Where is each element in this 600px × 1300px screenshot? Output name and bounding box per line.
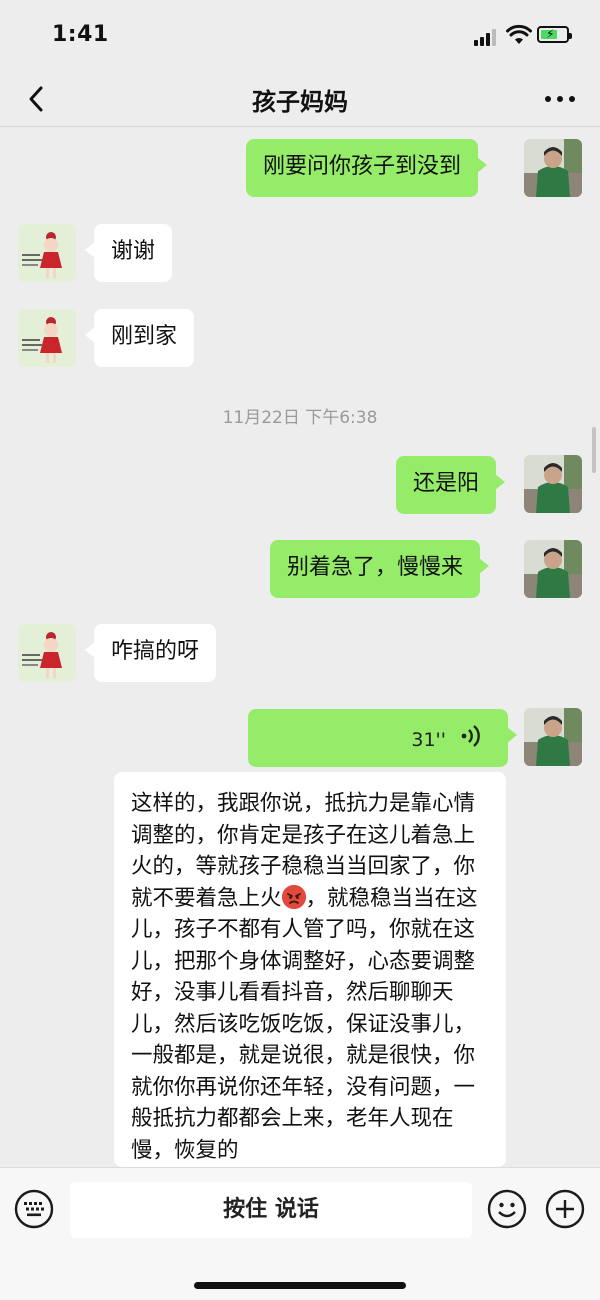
- chat-header: 孩子妈妈: [0, 72, 600, 127]
- home-indicator[interactable]: [194, 1282, 406, 1289]
- sent-message-bubble[interactable]: 刚要问你孩子到没到: [246, 139, 488, 197]
- received-message-bubble[interactable]: 刚到家: [84, 309, 195, 367]
- voice-message-bubble[interactable]: 31'': [248, 709, 517, 767]
- message-list[interactable]: 刚要问你孩子到没到 谢谢 刚到家 11月22日 下午6:38 还是阳 别着急了，…: [0, 127, 600, 1167]
- my-avatar[interactable]: [524, 708, 582, 766]
- voice-wave-icon: [461, 725, 480, 747]
- plus-icon[interactable]: [545, 1189, 585, 1229]
- voice-duration: 31'': [411, 729, 446, 751]
- my-avatar[interactable]: [524, 455, 582, 513]
- more-options-icon[interactable]: [540, 86, 580, 112]
- cellular-signal-icon: [474, 28, 500, 46]
- keyboard-toggle-icon[interactable]: [14, 1189, 54, 1229]
- my-avatar[interactable]: [524, 139, 582, 197]
- angry-face-emoji-icon: [281, 884, 306, 909]
- sent-message-bubble[interactable]: 别着急了，慢慢来: [270, 540, 490, 598]
- contact-avatar[interactable]: [18, 624, 76, 682]
- contact-avatar[interactable]: [18, 224, 76, 282]
- my-avatar[interactable]: [524, 540, 582, 598]
- scrollbar[interactable]: [592, 427, 596, 473]
- input-bar: 按住 说话: [0, 1167, 600, 1300]
- wifi-icon: [506, 24, 532, 44]
- emoji-icon[interactable]: [487, 1189, 527, 1229]
- sent-message-bubble[interactable]: 还是阳: [396, 456, 506, 514]
- status-bar: 1:41 ⚡: [0, 0, 600, 72]
- voice-transcript[interactable]: 这样的，我跟你说，抵抗力是靠心情调整的，你肯定是孩子在这儿着急上火的，等就孩子稳…: [114, 772, 506, 1167]
- message-text: 别着急了，慢慢来: [287, 555, 464, 580]
- message-text: 咋搞的呀: [111, 639, 200, 664]
- received-message-bubble[interactable]: 咋搞的呀: [84, 624, 217, 682]
- message-text: 谢谢: [111, 239, 156, 264]
- status-time: 1:41: [52, 22, 109, 47]
- chat-title: 孩子妈妈: [252, 88, 348, 116]
- message-timestamp: 11月22日 下午6:38: [222, 408, 378, 428]
- transcript-text: ，就稳稳当当在这儿，孩子不都有人管了吗，你就在这儿，把那个身体调整好，心态要调整…: [131, 885, 478, 1163]
- received-message-bubble[interactable]: 谢谢: [84, 224, 173, 282]
- contact-avatar[interactable]: [18, 309, 76, 367]
- message-text: 刚到家: [111, 324, 178, 349]
- message-text: 刚要问你孩子到没到: [263, 154, 462, 179]
- battery-charging-icon: ⚡: [537, 26, 572, 43]
- message-text: 还是阳: [413, 471, 480, 496]
- hold-to-talk-button[interactable]: 按住 说话: [70, 1182, 472, 1238]
